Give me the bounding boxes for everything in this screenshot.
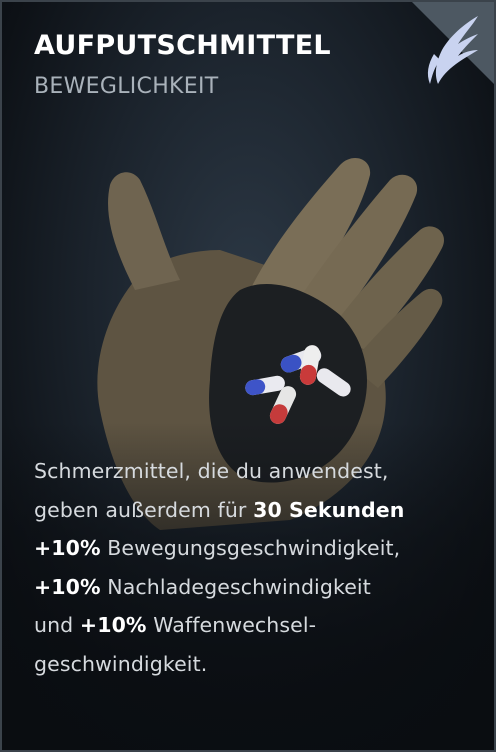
- perk-category: BEWEGLICHKEIT: [34, 74, 219, 99]
- desc-line-1: Schmerzmittel, die du anwendest,: [34, 459, 389, 483]
- reload-speed-value: +10%: [34, 574, 101, 599]
- swap-speed-value: +10%: [79, 613, 147, 637]
- winged-emblem-icon: [427, 16, 478, 84]
- desc-line-6: geschwindigkeit.: [34, 651, 208, 676]
- desc-line-3: +10% Bewegungsgeschwindigkeit,: [34, 536, 401, 560]
- perk-card[interactable]: AUFPUTSCHMITTEL BEWEGLICHKEIT Schmerzmit…: [0, 0, 496, 752]
- desc-line-4: +10% Nachladegeschwindigkeit: [34, 574, 371, 599]
- desc-line-5: und +10% Waffenwechsel-: [34, 613, 317, 637]
- desc-line-2: geben außerdem für 30 Sekunden: [34, 497, 405, 522]
- perk-title: AUFPUTSCHMITTEL: [34, 30, 331, 61]
- duration-value: 30 Sekunden: [253, 497, 405, 522]
- perk-description: Schmerzmittel, die du anwendest, geben a…: [34, 452, 474, 683]
- move-speed-value: +10%: [34, 536, 101, 560]
